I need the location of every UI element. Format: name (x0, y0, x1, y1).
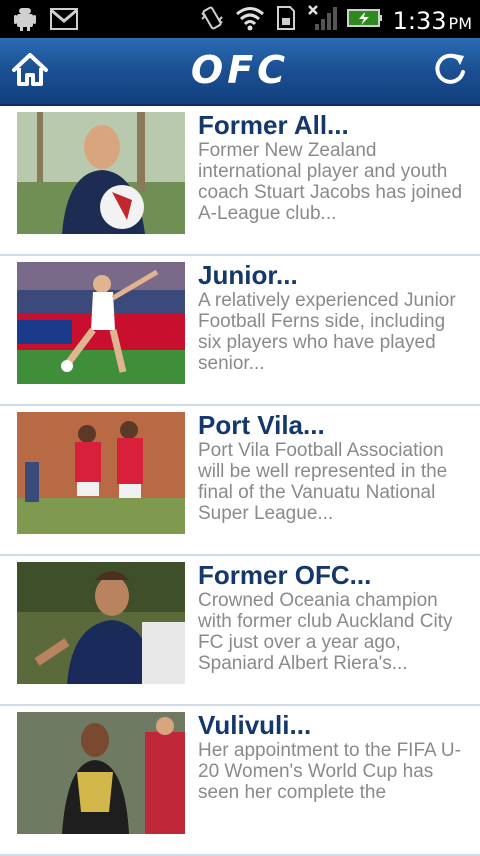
news-thumbnail (17, 262, 185, 384)
news-item[interactable]: Former All... Former New Zealand interna… (0, 106, 480, 256)
app-header: OFC (0, 38, 480, 106)
news-summary: Crowned Oceania champion with former clu… (198, 590, 453, 674)
news-title: Port Vila... (198, 410, 325, 440)
vibrate-icon (199, 5, 225, 36)
news-summary: Port Vila Football Association will be w… (198, 440, 448, 524)
news-title: Vulivuli... (198, 710, 312, 740)
news-title: Former OFC... (198, 560, 372, 590)
news-title: Former All... (198, 110, 349, 140)
no-signal-icon (307, 4, 337, 37)
wifi-icon (235, 5, 265, 36)
sd-card-icon (275, 5, 297, 36)
news-list: Former All... Former New Zealand interna… (0, 106, 480, 856)
news-item[interactable]: Former OFC... Crowned Oceania champion w… (0, 556, 480, 706)
clock: 1:33 PM (392, 6, 472, 35)
status-bar: 1:33 PM (0, 0, 480, 38)
news-thumbnail (17, 112, 185, 234)
news-summary: Former New Zealand international player … (198, 140, 463, 224)
news-item[interactable]: Junior... A relatively experienced Junio… (0, 256, 480, 406)
news-item[interactable]: Vulivuli... Her appointment to the FIFA … (0, 706, 480, 856)
gmail-icon (50, 8, 78, 35)
news-thumbnail (17, 712, 185, 834)
news-summary: Her appointment to the FIFA U-20 Women's… (198, 740, 461, 803)
news-thumbnail (17, 562, 185, 684)
news-item[interactable]: Port Vila... Port Vila Football Associat… (0, 406, 480, 556)
news-thumbnail (17, 412, 185, 534)
refresh-icon (435, 53, 465, 84)
news-summary: A relatively experienced Junior Football… (198, 290, 456, 374)
refresh-button[interactable] (430, 50, 470, 90)
ofc-logo: OFC (190, 48, 290, 92)
news-title: Junior... (198, 260, 298, 290)
battery-charging-icon (346, 8, 383, 33)
android-debug-icon (14, 6, 36, 37)
